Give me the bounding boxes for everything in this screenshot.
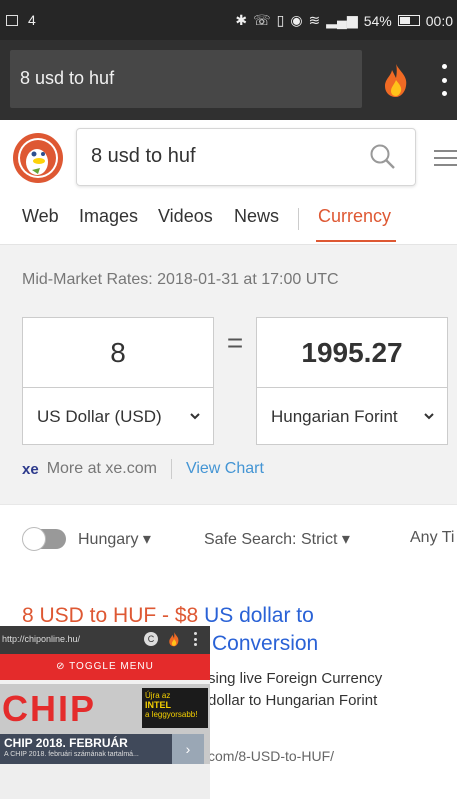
search-icon[interactable] xyxy=(369,143,397,171)
edition-caption: CHIP 2018. FEBRUÁR A CHIP 2018. februári… xyxy=(0,734,172,764)
tab-news[interactable]: News xyxy=(234,206,279,227)
equals-sign: = xyxy=(226,327,244,358)
search-box[interactable] xyxy=(76,128,416,186)
clock: 00:0 xyxy=(425,12,453,29)
call-icon: ☏ xyxy=(253,12,271,28)
overlay-content-area xyxy=(0,764,210,799)
fire-icon xyxy=(169,632,179,647)
divider xyxy=(170,459,172,479)
duckduckgo-logo[interactable] xyxy=(12,132,64,184)
tab-divider xyxy=(298,208,299,230)
eye-icon: ◉ xyxy=(290,12,303,28)
from-currency-box: 8 US Dollar (USD) xyxy=(22,317,214,445)
wifi-icon: ≋ xyxy=(308,12,321,28)
result-title-dash: - xyxy=(156,604,175,627)
chip-banner: CHIP Újra az INTEL a leggyorsabb! CHIP 2… xyxy=(0,684,210,764)
search-filters: Hungary ▾ Safe Search: Strict ▾ Any Ti xyxy=(0,504,457,594)
status-right: ✱ ☏ ▯ ◉ ≋ ▂▄▆ 54% 00:0 xyxy=(235,12,453,29)
address-bar[interactable]: 8 usd to huf xyxy=(10,50,362,108)
overlay-address-bar: http://chiponline.hu/ C xyxy=(0,626,210,654)
ad-line3: a leggyorsabb! xyxy=(145,710,198,719)
hamburger-menu-icon[interactable] xyxy=(434,150,457,166)
toggle-knob xyxy=(22,527,46,551)
search-input[interactable] xyxy=(91,145,351,168)
browser-toolbar: 8 usd to huf xyxy=(0,40,457,120)
to-currency-label: Hungarian Forint xyxy=(271,407,398,426)
intel-ad: Újra az INTEL a leggyorsabb! xyxy=(142,688,208,728)
battery-icon xyxy=(397,15,420,26)
overlay-c-icon: C xyxy=(144,632,158,646)
tab-videos[interactable]: Videos xyxy=(158,206,213,227)
xe-logo: xe xyxy=(22,460,39,478)
chevron-down-icon xyxy=(424,413,434,420)
notification-icon xyxy=(6,14,18,26)
overflow-menu-icon xyxy=(194,632,198,646)
status-bar: 4 ✱ ☏ ▯ ◉ ≋ ▂▄▆ 54% 00:0 xyxy=(0,0,457,40)
edition-subtitle: A CHIP 2018. februári számának tartalmá.… xyxy=(4,751,139,758)
status-left: 4 xyxy=(6,12,36,28)
search-tabs: Web Images Videos News Currency xyxy=(0,196,457,242)
overlay-url: http://chiponline.hu/ xyxy=(2,634,81,644)
time-filter[interactable]: Any Ti xyxy=(410,529,454,547)
safe-search-filter[interactable]: Safe Search: Strict ▾ xyxy=(204,529,350,549)
from-amount-input[interactable]: 8 xyxy=(23,318,213,388)
chip-logo: CHIP xyxy=(2,688,97,729)
ad-line1: Újra az xyxy=(145,691,171,700)
result-title-price: $8 xyxy=(174,604,199,627)
tab-images[interactable]: Images xyxy=(79,206,138,227)
from-currency-select[interactable]: US Dollar (USD) xyxy=(23,388,213,446)
currency-converter: Mid-Market Rates: 2018-01-31 at 17:00 UT… xyxy=(0,244,457,504)
overflow-menu-icon[interactable] xyxy=(440,64,448,96)
fire-icon[interactable] xyxy=(382,62,410,98)
view-chart-link[interactable]: View Chart xyxy=(186,460,264,478)
result-title-rest: US dollar to xyxy=(198,604,314,627)
region-filter[interactable]: Hungary ▾ xyxy=(78,529,151,549)
signal-icon: ▂▄▆ xyxy=(326,12,358,28)
to-currency-box: 1995.27 Hungarian Forint xyxy=(256,317,448,445)
rates-label: Mid-Market Rates: 2018-01-31 at 17:00 UT… xyxy=(22,271,339,288)
xe-attribution: xe More at xe.com View Chart xyxy=(22,459,264,479)
toggle-menu-button[interactable]: ⊘ TOGGLE MENU xyxy=(0,654,210,680)
bluetooth-icon: ✱ xyxy=(235,12,248,28)
result-title-highlight: 8 USD to HUF xyxy=(22,604,157,627)
edition-title: CHIP 2018. FEBRUÁR xyxy=(4,736,128,750)
active-tab-indicator xyxy=(316,240,396,242)
tab-web[interactable]: Web xyxy=(22,206,59,227)
vibrate-icon: ▯ xyxy=(276,12,285,28)
chevron-down-icon xyxy=(190,413,200,420)
ad-line2: INTEL xyxy=(145,700,171,710)
next-slide-button[interactable]: › xyxy=(172,734,204,764)
search-header xyxy=(0,120,457,190)
safe-search-label: Safe Search: Strict xyxy=(204,531,338,548)
notification-count: 4 xyxy=(28,12,36,28)
region-label: Hungary xyxy=(78,531,139,548)
to-amount-input[interactable]: 1995.27 xyxy=(257,318,447,388)
address-text: 8 usd to huf xyxy=(20,68,115,88)
region-toggle[interactable] xyxy=(22,527,66,551)
to-currency-select[interactable]: Hungarian Forint xyxy=(257,388,447,446)
more-at-xe-link[interactable]: More at xe.com xyxy=(47,460,157,478)
from-currency-label: US Dollar (USD) xyxy=(37,407,162,426)
battery-percent: 54% xyxy=(363,12,392,29)
tab-currency[interactable]: Currency xyxy=(318,206,391,227)
floating-window[interactable]: http://chiponline.hu/ C ⊘ TOGGLE MENU CH… xyxy=(0,626,210,799)
